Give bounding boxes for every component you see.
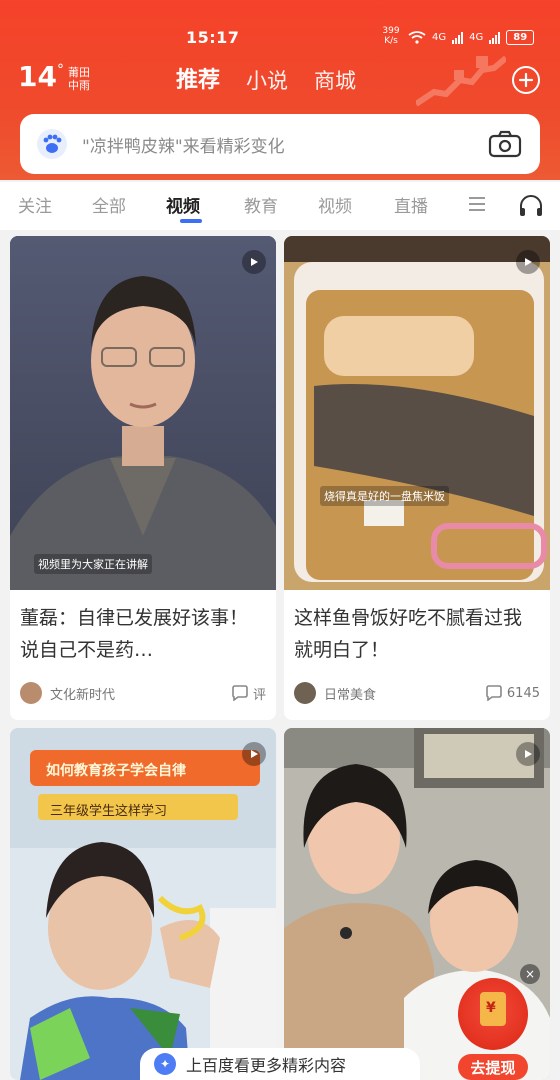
play-icon xyxy=(242,250,266,274)
video-thumbnail xyxy=(284,236,550,590)
search-placeholder: "凉拌鸭皮辣"来看精彩变化 xyxy=(82,136,285,157)
baidu-paw-icon xyxy=(37,129,67,159)
red-envelope-button[interactable] xyxy=(458,978,528,1050)
signal-icon xyxy=(452,31,464,44)
author-name[interactable]: 日常美食 xyxy=(324,684,485,703)
avatar[interactable] xyxy=(20,682,42,704)
network-label-2: 4G xyxy=(469,32,484,43)
weather-widget[interactable]: 14 ° 莆田 中雨 xyxy=(18,60,90,93)
tab-recommend[interactable]: 推荐 xyxy=(176,68,220,94)
close-redpack-button[interactable]: × xyxy=(520,964,540,984)
status-time: 15:17 xyxy=(186,28,240,47)
comment-count: 6145 xyxy=(506,685,540,701)
card-title: 董磊：自律已发展好该事！说自己不是药… xyxy=(20,607,249,661)
channel-tab-all[interactable]: 全部 xyxy=(92,192,126,217)
withdraw-button[interactable]: 去提现 xyxy=(458,1054,528,1080)
add-button[interactable] xyxy=(512,66,540,94)
menu-icon[interactable] xyxy=(468,196,486,212)
channel-tabs: 关注 全部 视频 教育 视频 直播 xyxy=(0,182,560,230)
top-nav: 推荐 小说 商城 xyxy=(176,68,356,94)
weather-condition: 中雨 xyxy=(67,79,90,92)
channel-tab-video-2[interactable]: 视频 xyxy=(318,192,352,217)
weather-city: 莆田 xyxy=(67,66,90,79)
weather-temperature: 14 xyxy=(18,60,57,93)
channel-tab-video[interactable]: 视频 xyxy=(166,192,200,217)
play-icon xyxy=(516,250,540,274)
comment-icon[interactable] xyxy=(485,685,503,701)
channel-tab-live[interactable]: 直播 xyxy=(394,192,428,217)
video-caption: 如何教育孩子学会自律 xyxy=(46,763,186,779)
weather-location: 莆田 中雨 xyxy=(68,66,90,92)
feed-card[interactable]: 视频里为大家正在讲解 董磊：自律已发展好该事！说自己不是药… 文化新时代 评 xyxy=(10,236,276,720)
camera-icon[interactable] xyxy=(488,129,522,159)
card-meta: 日常美食 6145 xyxy=(294,680,540,706)
great-wall-decoration-icon xyxy=(416,55,506,107)
video-caption: 烧得真是好的一盘焦米饭 xyxy=(320,486,449,506)
bottom-toast[interactable]: ✦ 上百度看更多精彩内容 xyxy=(140,1048,420,1080)
play-icon xyxy=(242,742,266,766)
tab-novel[interactable]: 小说 xyxy=(246,68,288,94)
video-caption-2: 三年级学生这样学习 xyxy=(50,804,168,819)
signal-icon-2 xyxy=(489,31,501,44)
comment-icon[interactable] xyxy=(231,685,249,701)
channel-tab-follow[interactable]: 关注 xyxy=(18,192,52,217)
headphones-icon[interactable] xyxy=(518,194,544,218)
video-thumbnail xyxy=(10,236,276,590)
active-tab-indicator xyxy=(180,219,202,223)
baidu-logo-icon: ✦ xyxy=(154,1053,176,1075)
channel-tab-education[interactable]: 教育 xyxy=(244,192,278,217)
comment-count: 评 xyxy=(252,687,266,703)
video-caption: 视频里为大家正在讲解 xyxy=(34,554,152,574)
toast-text: 上百度看更多精彩内容 xyxy=(186,1056,347,1075)
search-bar[interactable]: "凉拌鸭皮辣"来看精彩变化 xyxy=(20,114,540,174)
author-name[interactable]: 文化新时代 xyxy=(50,684,231,703)
card-title: 这样鱼骨饭好吃不腻看过我就明白了！ xyxy=(294,607,523,661)
play-icon xyxy=(516,742,540,766)
app-header: 15:17 399 K/s 4G 4G 89 14 ° 莆田 中雨 推荐 小说 … xyxy=(0,0,560,180)
net-speed: 399 K/s xyxy=(382,26,400,46)
status-icons: 4G 4G 89 xyxy=(408,30,535,45)
battery-icon: 89 xyxy=(506,30,535,45)
status-bar: 15:17 399 K/s 4G 4G 89 xyxy=(0,26,560,52)
wifi-icon xyxy=(408,31,426,44)
network-label: 4G xyxy=(432,32,447,43)
feed-card[interactable]: 烧得真是好的一盘焦米饭 这样鱼骨饭好吃不腻看过我就明白了！ 日常美食 6145 xyxy=(284,236,550,720)
plus-icon xyxy=(518,72,534,88)
card-meta: 文化新时代 评 xyxy=(20,680,266,706)
avatar[interactable] xyxy=(294,682,316,704)
feed-card[interactable]: 如何教育孩子学会自律 三年级学生这样学习 xyxy=(10,728,276,1080)
tab-mall[interactable]: 商城 xyxy=(314,68,356,94)
weather-degree: ° xyxy=(56,62,64,78)
video-feed: 视频里为大家正在讲解 董磊：自律已发展好该事！说自己不是药… 文化新时代 评 烧… xyxy=(0,230,560,1080)
red-envelope-icon xyxy=(480,992,506,1026)
